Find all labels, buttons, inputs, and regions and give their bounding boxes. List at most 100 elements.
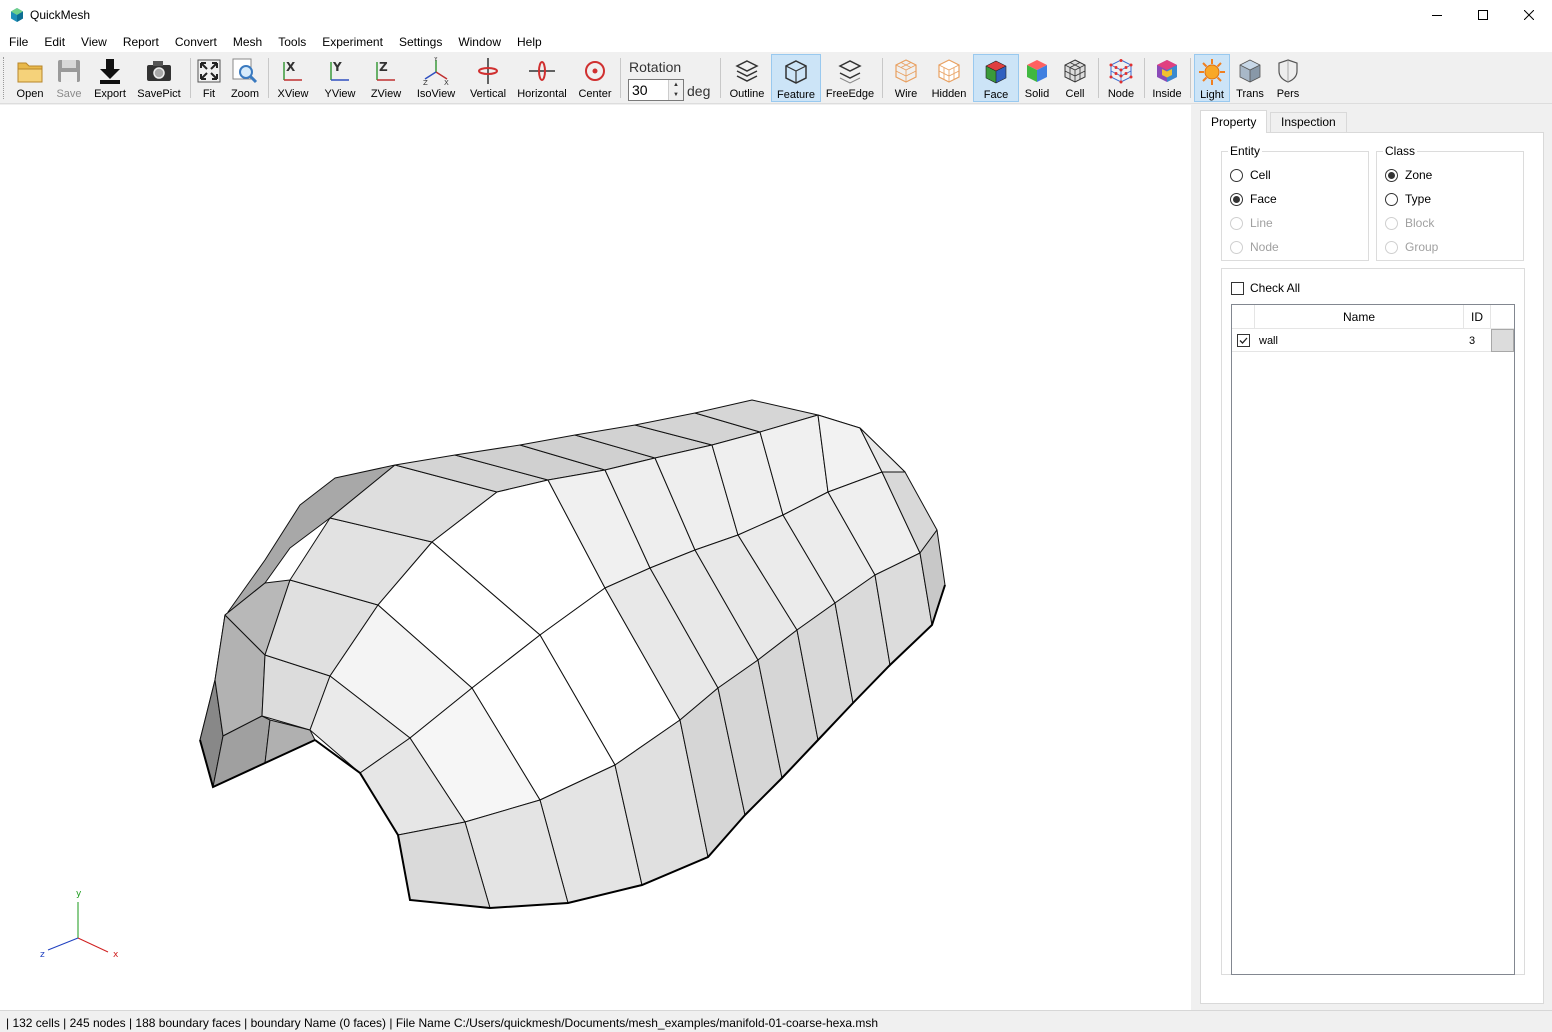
solid-cube-icon <box>1027 60 1047 82</box>
cell-button[interactable]: Cell <box>1058 54 1092 102</box>
vertical-button[interactable]: Vertical <box>466 54 510 102</box>
checkmark-icon[interactable] <box>1237 334 1250 347</box>
menu-settings[interactable]: Settings <box>390 30 449 52</box>
row-scroll-handle[interactable] <box>1491 329 1514 352</box>
spin-down-icon[interactable]: ▼ <box>669 90 683 100</box>
menu-help[interactable]: Help <box>508 30 549 52</box>
sun-light-icon <box>1199 59 1225 85</box>
class-group-radio[interactable]: Group <box>1385 240 1438 254</box>
menu-view[interactable]: View <box>72 30 114 52</box>
isoview-button[interactable]: Y X Z IsoView <box>412 54 460 102</box>
class-type-radio[interactable]: Type <box>1385 192 1431 206</box>
outline-label: Outline <box>729 88 765 100</box>
class-zone-label: Zone <box>1405 168 1433 182</box>
freeedge-button[interactable]: FreeEdge <box>824 54 876 102</box>
menu-mesh[interactable]: Mesh <box>224 30 269 52</box>
entity-cell-radio[interactable]: Cell <box>1230 168 1271 182</box>
feature-button[interactable]: Feature <box>771 54 821 102</box>
open-button[interactable]: Open <box>12 54 48 102</box>
rotation-spinner[interactable]: ▲ ▼ <box>668 80 683 100</box>
zone-table: Name ID wall 3 <box>1231 304 1515 975</box>
node-button[interactable]: Node <box>1102 54 1140 102</box>
class-block-radio[interactable]: Block <box>1385 216 1434 230</box>
hidden-button[interactable]: Hidden <box>928 54 970 102</box>
center-label: Center <box>578 88 612 100</box>
fit-arrows-icon <box>197 59 221 83</box>
toolbar: Open Save Export SavePict Fit Zoom X XVi… <box>0 52 1552 104</box>
minimize-button[interactable] <box>1414 0 1460 30</box>
light-button[interactable]: Light <box>1194 54 1230 102</box>
menu-tools[interactable]: Tools <box>269 30 313 52</box>
face-cube-icon <box>985 60 1007 84</box>
axis-z-label: z <box>40 950 45 960</box>
center-button[interactable]: Center <box>574 54 616 102</box>
zoom-button[interactable]: Zoom <box>228 54 262 102</box>
menu-convert[interactable]: Convert <box>166 30 224 52</box>
wire-button[interactable]: Wire <box>888 54 924 102</box>
outline-button[interactable]: Outline <box>726 54 768 102</box>
entity-node-radio[interactable]: Node <box>1230 240 1279 254</box>
floppy-disk-icon <box>58 60 80 82</box>
folder-icon <box>17 62 43 83</box>
menu-experiment[interactable]: Experiment <box>313 30 390 52</box>
row-checkbox[interactable] <box>1237 329 1255 352</box>
open-label: Open <box>16 88 44 100</box>
entity-face-radio[interactable]: Face <box>1230 192 1277 206</box>
export-button[interactable]: Export <box>90 54 130 102</box>
node-dots-icon <box>1109 59 1133 84</box>
window-title: QuickMesh <box>30 8 91 22</box>
trans-button[interactable]: Trans <box>1232 54 1268 102</box>
toolbar-grip[interactable] <box>3 57 6 99</box>
toolbar-separator <box>620 58 621 98</box>
zview-button[interactable]: Z ZView <box>366 54 406 102</box>
table-row[interactable]: wall 3 <box>1232 329 1514 352</box>
tab-inspection[interactable]: Inspection <box>1270 112 1347 132</box>
z-axis-view-icon: Z <box>376 60 395 81</box>
mesh-render[interactable]: y x z <box>0 105 1191 1010</box>
horizontal-button[interactable]: Horizontal <box>514 54 570 102</box>
column-header-id[interactable]: ID <box>1464 305 1491 329</box>
toolbar-separator <box>1098 58 1099 98</box>
class-zone-radio[interactable]: Zone <box>1385 168 1432 182</box>
inside-label: Inside <box>1152 88 1182 100</box>
free-edge-icon <box>838 60 862 84</box>
save-button[interactable]: Save <box>52 54 86 102</box>
toolbar-separator <box>1144 58 1145 98</box>
menu-report[interactable]: Report <box>114 30 166 52</box>
menu-window[interactable]: Window <box>449 30 508 52</box>
tab-property[interactable]: Property <box>1200 110 1268 133</box>
close-button[interactable] <box>1506 0 1552 30</box>
menu-file[interactable]: File <box>0 30 35 52</box>
class-block-label: Block <box>1405 216 1435 230</box>
entity-line-radio[interactable]: Line <box>1230 216 1273 230</box>
3d-viewport[interactable]: y x z <box>0 105 1191 1010</box>
fit-button[interactable]: Fit <box>194 54 224 102</box>
class-group: Class Zone Type Block Group <box>1376 144 1524 261</box>
zview-label: ZView <box>370 88 402 100</box>
yview-button[interactable]: Y YView <box>320 54 360 102</box>
face-button[interactable]: Face <box>973 54 1019 102</box>
menu-bar: File Edit View Report Convert Mesh Tools… <box>0 30 1552 52</box>
check-all-checkbox[interactable]: Check All <box>1231 281 1300 295</box>
export-label: Export <box>94 88 126 100</box>
zone-table-header: Name ID <box>1232 305 1514 329</box>
vertical-label: Vertical <box>469 88 507 100</box>
inside-button[interactable]: Inside <box>1148 54 1186 102</box>
face-label: Face <box>983 89 1009 101</box>
freeedge-label: FreeEdge <box>825 88 875 100</box>
pers-button[interactable]: Pers <box>1272 54 1304 102</box>
spin-up-icon[interactable]: ▲ <box>669 80 683 90</box>
xview-button[interactable]: X XView <box>274 54 312 102</box>
svg-text:Y: Y <box>433 57 438 63</box>
isoview-label: IsoView <box>416 88 456 100</box>
maximize-button[interactable] <box>1460 0 1506 30</box>
solid-button[interactable]: Solid <box>1020 54 1054 102</box>
menu-edit[interactable]: Edit <box>35 30 72 52</box>
row-name: wall <box>1259 334 1278 347</box>
inside-hexagon-icon <box>1157 60 1177 82</box>
check-all-box[interactable] <box>1231 281 1244 295</box>
savepict-button[interactable]: SavePict <box>134 54 184 102</box>
entity-face-label: Face <box>1250 192 1277 206</box>
column-header-check[interactable] <box>1232 305 1255 329</box>
column-header-name[interactable]: Name <box>1255 305 1464 329</box>
